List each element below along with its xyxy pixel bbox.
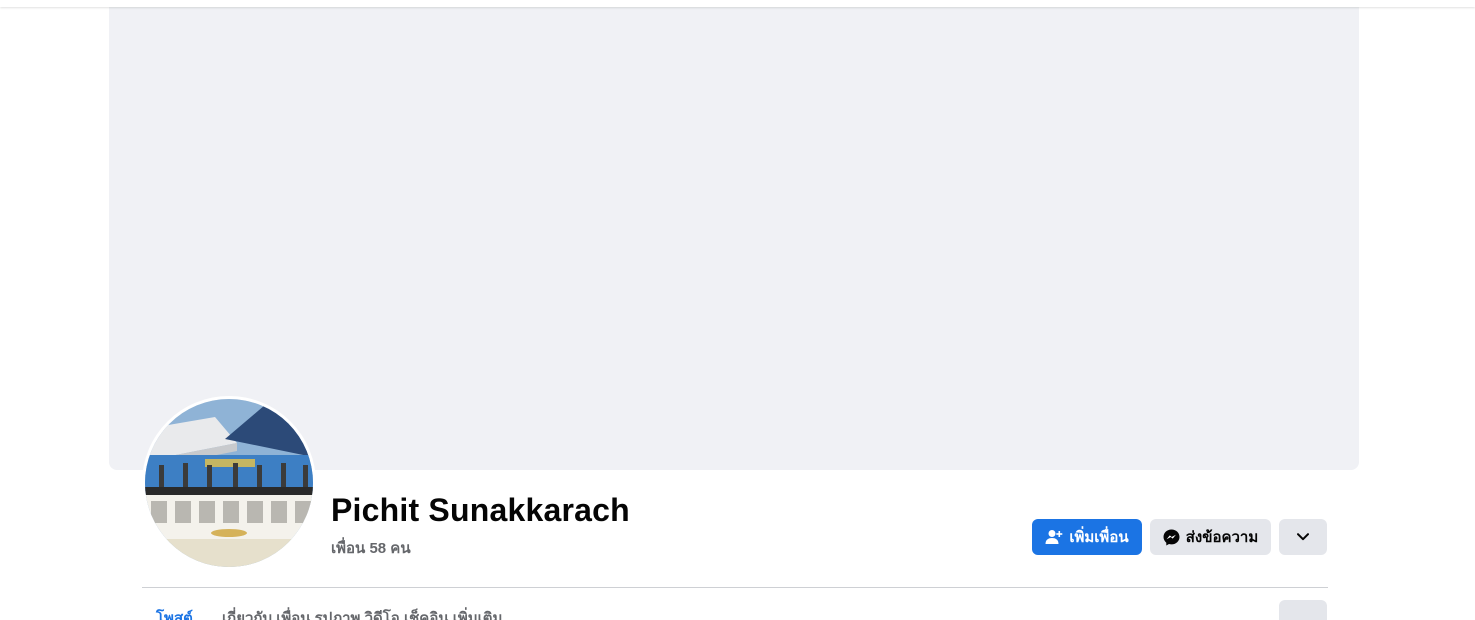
message-label: ส่งข้อความ — [1185, 529, 1259, 546]
tab-others[interactable]: เกี่ยวกับ เพื่อน รูปภาพ วิดีโอ เช็คอิน เ… — [222, 606, 502, 620]
profile-picture[interactable] — [145, 399, 313, 567]
top-bar-edge — [0, 0, 1475, 7]
profile-tabs: โพสต์ เกี่ยวกับ เพื่อน รูปภาพ วิดีโอ เช็… — [142, 600, 1328, 620]
cover-photo[interactable] — [109, 0, 1359, 470]
chevron-down-icon — [1297, 533, 1309, 541]
add-friend-button[interactable]: เพิ่มเพื่อน — [1032, 519, 1142, 555]
profile-divider — [142, 587, 1328, 588]
message-button[interactable]: ส่งข้อความ — [1150, 519, 1271, 555]
messenger-icon — [1163, 529, 1180, 546]
profile-name[interactable]: Pichit Sunakkarach — [331, 492, 630, 529]
friend-count[interactable]: เพื่อน 58 คน — [331, 536, 411, 560]
tab-posts[interactable]: โพสต์ — [156, 606, 193, 620]
person-plus-icon — [1045, 529, 1063, 545]
profile-picture-frame[interactable] — [142, 396, 316, 570]
tabs-more-button[interactable] — [1279, 600, 1327, 620]
add-friend-label: เพิ่มเพื่อน — [1069, 529, 1129, 546]
profile-picture-image — [145, 399, 313, 567]
more-options-button[interactable] — [1279, 519, 1327, 555]
